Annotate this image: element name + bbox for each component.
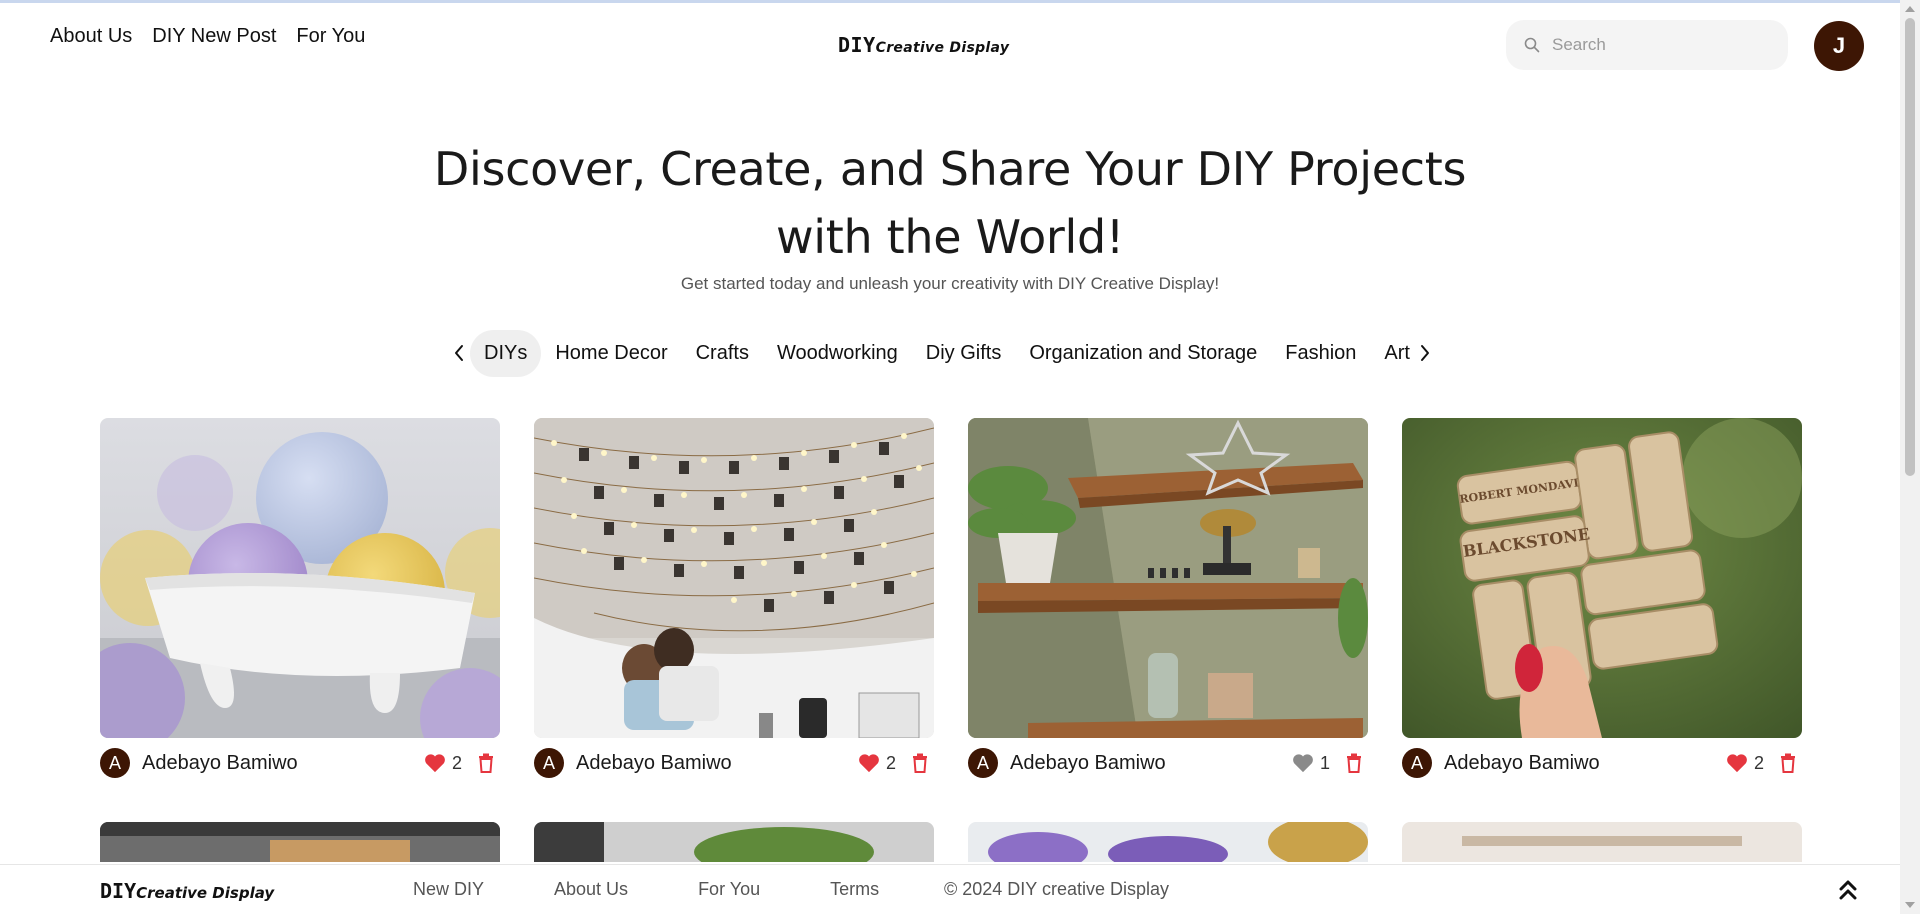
chevron-left-icon[interactable] (448, 342, 470, 364)
main-nav: About Us DIY New Post For You (50, 25, 365, 48)
trash-icon[interactable] (478, 753, 494, 773)
author-name[interactable]: Adebayo Bamiwo (576, 752, 732, 775)
category-diys[interactable]: DIYs (470, 329, 542, 377)
copyright-text: © 2024 DIY creative Display (944, 879, 1170, 899)
category-organization-storage[interactable]: Organization and Storage (1015, 330, 1271, 377)
author-avatar[interactable]: A (100, 748, 130, 778)
scroll-to-top-icon[interactable] (1836, 877, 1860, 903)
author-avatar[interactable]: A (1402, 748, 1432, 778)
footer-logo[interactable]: DIY Creative Display (100, 879, 274, 903)
nav-for-you[interactable]: For You (296, 25, 365, 48)
likes-area: 2 (1726, 753, 1796, 774)
search-icon (1524, 37, 1540, 53)
scroll-down-arrow-icon[interactable] (1905, 902, 1915, 908)
post-image-partial[interactable] (1402, 822, 1802, 862)
header: About Us DIY New Post For You DIY Creati… (0, 3, 1900, 81)
heart-icon[interactable] (1292, 753, 1314, 773)
category-crafts[interactable]: Crafts (682, 330, 763, 377)
post-image-partial[interactable] (968, 822, 1368, 862)
nav-about-us[interactable]: About Us (50, 25, 132, 48)
footer-link-terms[interactable]: Terms (830, 879, 879, 900)
logo-sub-text: Creative Display (875, 40, 1010, 56)
category-home-decor[interactable]: Home Decor (541, 330, 681, 377)
post-meta: A Adebayo Bamiwo 1 (968, 738, 1368, 788)
scrollbar-thumb[interactable] (1905, 18, 1915, 476)
hero-title-line-2: with the World! (775, 210, 1125, 264)
footer-link-for-you[interactable]: For You (698, 879, 760, 900)
heart-icon[interactable] (424, 753, 446, 773)
hero-title: Discover, Create, and Share Your DIY Pro… (0, 135, 1900, 271)
scroll-up-arrow-icon[interactable] (1905, 6, 1915, 12)
author-avatar[interactable]: A (968, 748, 998, 778)
like-count: 2 (885, 752, 896, 773)
footer-links: New DIY About Us For You Terms (413, 879, 879, 900)
author-avatar[interactable]: A (534, 748, 564, 778)
hero-title-line-1: Discover, Create, and Share Your DIY Pro… (433, 142, 1467, 196)
post-card[interactable]: BLACKSTONE ROBERT MONDAVI A Adebayo Bami… (1402, 418, 1802, 788)
chevron-right-icon[interactable] (1414, 342, 1436, 364)
post-image-string-lights[interactable] (534, 418, 934, 738)
likes-area: 2 (424, 753, 494, 774)
search-input[interactable] (1552, 35, 1772, 55)
post-image-partial[interactable] (534, 822, 934, 862)
footer-logo-main: DIY (100, 879, 137, 903)
footer-link-about-us[interactable]: About Us (554, 879, 628, 900)
category-woodworking[interactable]: Woodworking (763, 330, 912, 377)
post-image-floating-shelves[interactable] (968, 418, 1368, 738)
author-name[interactable]: Adebayo Bamiwo (1444, 752, 1600, 775)
post-meta: A Adebayo Bamiwo 2 (1402, 738, 1802, 788)
post-meta: A Adebayo Bamiwo 2 (100, 738, 500, 788)
trash-icon[interactable] (1346, 753, 1362, 773)
post-image-wine-corks[interactable]: BLACKSTONE ROBERT MONDAVI (1402, 418, 1802, 738)
logo-main-text: DIY (838, 33, 876, 57)
hero-subtitle: Get started today and unleash your creat… (680, 274, 1220, 293)
category-diy-gifts[interactable]: Diy Gifts (912, 330, 1016, 377)
likes-area: 2 (858, 753, 928, 774)
user-avatar[interactable]: J (1814, 21, 1864, 71)
likes-area: 1 (1292, 753, 1362, 774)
author-name[interactable]: Adebayo Bamiwo (142, 752, 298, 775)
nav-diy-new-post[interactable]: DIY New Post (152, 25, 276, 48)
search-box[interactable] (1506, 20, 1788, 70)
site-logo[interactable]: DIY Creative Display (838, 33, 1009, 57)
heart-icon[interactable] (1726, 753, 1748, 773)
post-card[interactable]: A Adebayo Bamiwo 2 (534, 418, 934, 788)
like-count: 2 (1753, 752, 1764, 773)
like-count: 1 (1319, 752, 1330, 773)
trash-icon[interactable] (1780, 753, 1796, 773)
footer-link-new-diy[interactable]: New DIY (413, 879, 484, 900)
category-art[interactable]: Art (1370, 330, 1414, 377)
category-bar: DIYs Home Decor Crafts Woodworking Diy G… (448, 328, 1436, 378)
post-image-bath-bombs[interactable] (100, 418, 500, 738)
footer: DIY Creative Display New DIY About Us Fo… (0, 864, 1900, 914)
heart-icon[interactable] (858, 753, 880, 773)
page-scrollbar[interactable] (1900, 0, 1920, 914)
category-fashion[interactable]: Fashion (1271, 330, 1370, 377)
post-meta: A Adebayo Bamiwo 2 (534, 738, 934, 788)
author-name[interactable]: Adebayo Bamiwo (1010, 752, 1166, 775)
footer-logo-sub: Creative Display (136, 884, 275, 902)
trash-icon[interactable] (912, 753, 928, 773)
post-card[interactable]: A Adebayo Bamiwo 1 (968, 418, 1368, 788)
post-image-partial[interactable] (100, 822, 500, 862)
like-count: 2 (451, 752, 462, 773)
post-card[interactable]: A Adebayo Bamiwo 2 (100, 418, 500, 788)
